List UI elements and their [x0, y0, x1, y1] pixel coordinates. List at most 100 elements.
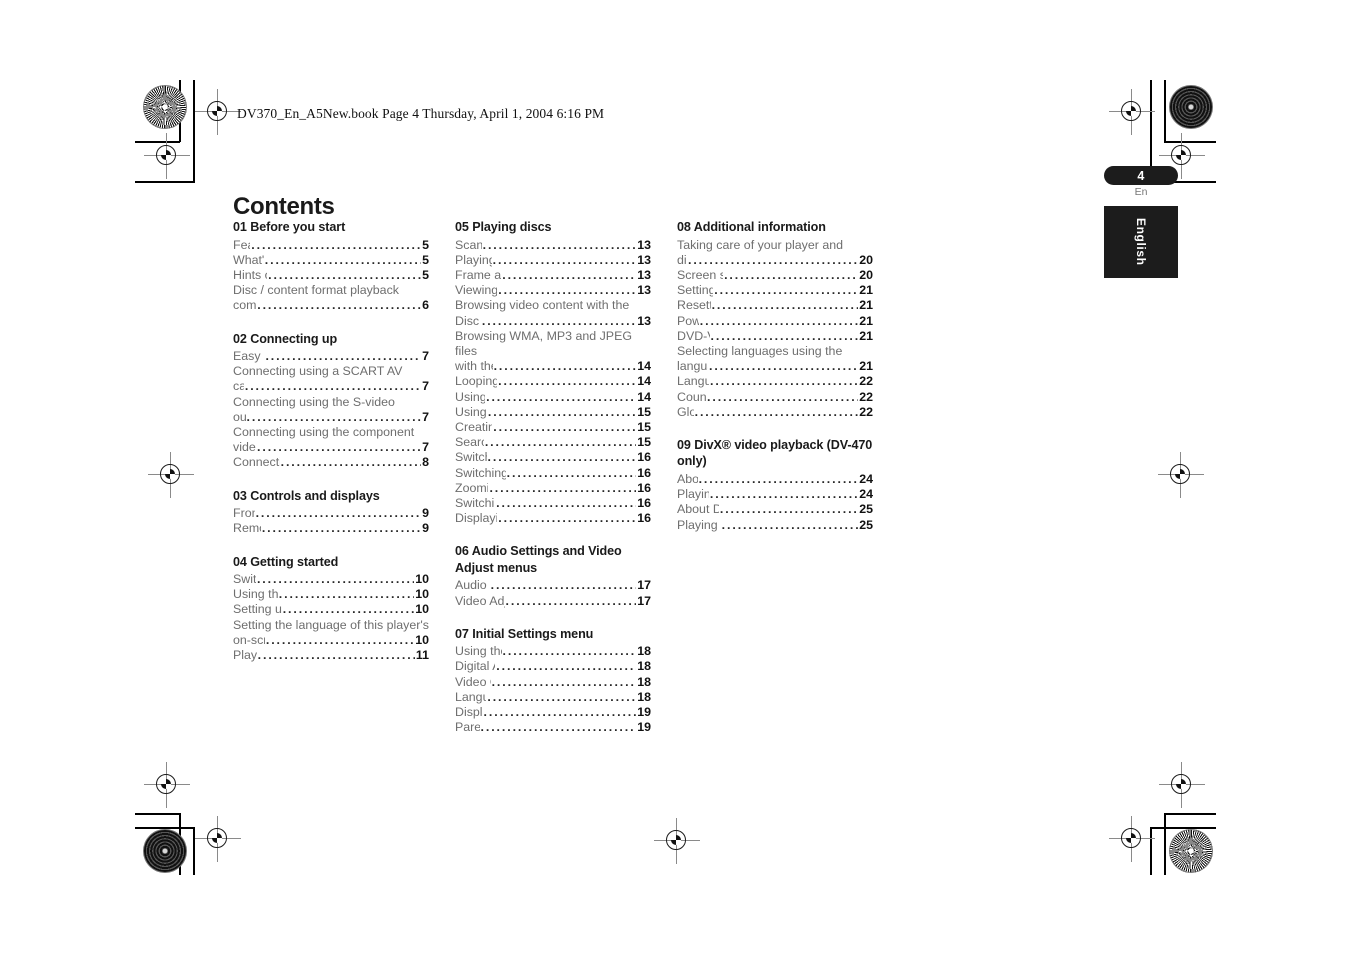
toc-entry-label: Easy connections [233, 349, 264, 364]
toc-entry[interactable]: Front panel.............................… [233, 506, 429, 521]
toc-entry[interactable]: Connecting using the component..........… [233, 425, 429, 440]
toc-entry[interactable]: Switching subtitles.....................… [455, 450, 651, 465]
toc-entry[interactable]: Language settings.......................… [455, 690, 651, 705]
registration-cross-top-left-lower-icon [144, 133, 190, 179]
toc-entry[interactable]: Disc Navigator..........................… [455, 314, 651, 329]
toc-entry-leader: ........................................… [264, 252, 421, 267]
toc-chapter-title: 02 Connecting up [233, 331, 338, 346]
toc-entry-page-number: 21 [859, 298, 873, 313]
toc-entry-label: Connecting using the component [233, 425, 415, 440]
toc-entry[interactable]: Power reset.............................… [677, 314, 873, 329]
toc-entry[interactable]: Playing in slow motion..................… [455, 253, 651, 268]
crop-mark-bottom-right-v [1164, 813, 1166, 875]
toc-entry[interactable]: About DivX® VOD content.................… [677, 502, 873, 517]
toc-entry[interactable]: What's in the box.......................… [233, 253, 429, 268]
toc-entry[interactable]: Features................................… [233, 238, 429, 253]
toc-entry-leader: ........................................… [699, 313, 858, 328]
toc-entry[interactable]: Switching on............................… [233, 572, 429, 587]
toc-entry[interactable]: discs...................................… [677, 253, 873, 268]
toc-entry-page-number: 16 [637, 511, 651, 526]
toc-entry[interactable]: Using random play.......................… [455, 405, 651, 420]
toc-entry[interactable]: Playing discs...........................… [233, 648, 429, 663]
registration-cross-bottom-right-icon [1109, 816, 1155, 862]
toc-entry[interactable]: Selecting languages using the...........… [677, 344, 873, 359]
toc-entry[interactable]: Using the on-screen displays............… [233, 587, 429, 602]
toc-entry[interactable]: Using repeat play.......................… [455, 390, 651, 405]
toc-entry-leader: ........................................… [492, 252, 637, 267]
toc-entry[interactable]: Hints on installation...................… [233, 268, 429, 283]
toc-entry[interactable]: language code list......................… [677, 359, 873, 374]
toc-entry[interactable]: Connecting using the S-video............… [233, 395, 429, 410]
toc-entry[interactable]: Easy connections........................… [233, 349, 429, 364]
toc-entry[interactable]: Searching a disc........................… [455, 435, 651, 450]
toc-entry[interactable]: Setting the TV system...................… [677, 283, 873, 298]
toc-entry[interactable]: on-screen displays......................… [233, 633, 429, 648]
toc-entry-label: Screen sizes and disc formats [677, 267, 724, 282]
toc-entry[interactable]: Playing DivX video......................… [677, 487, 873, 502]
toc-entry[interactable]: Displaying disc information.............… [455, 511, 651, 526]
toc-entry[interactable]: Taking care of your player and..........… [677, 238, 873, 253]
toc-entry[interactable]: Frame advance/frame reverse.............… [455, 268, 651, 283]
toc-entry[interactable]: Scanning discs..........................… [455, 238, 651, 253]
toc-entry-leader: ........................................… [491, 674, 637, 689]
toc-entry[interactable]: About DivX..............................… [677, 472, 873, 487]
toc-entry-label: cable [233, 379, 244, 394]
toc-entry[interactable]: output..................................… [233, 410, 429, 425]
toc-entry[interactable]: Display settings........................… [455, 705, 651, 720]
toc-entry-page-number: 9 [422, 521, 429, 536]
toc-entry[interactable]: Viewing a JPEG slideshow................… [455, 283, 651, 298]
toc-entry[interactable]: compatibility...........................… [233, 298, 429, 313]
toc-entry[interactable]: Creating a program list.................… [455, 420, 651, 435]
toc-entry[interactable]: Playing DivX® VOD content...............… [677, 518, 873, 533]
toc-entry[interactable]: Video Output settings...................… [455, 675, 651, 690]
toc-entry[interactable]: video output............................… [233, 440, 429, 455]
toc-entry[interactable]: Connecting to an AV receiver............… [233, 455, 429, 470]
toc-chapter-title: 01 Before you start [233, 220, 346, 234]
toc-entry[interactable]: Using the Initial Settings menu.........… [455, 644, 651, 659]
toc-entry[interactable]: Country code list.......................… [677, 390, 873, 405]
toc-entry-page-number: 21 [859, 328, 873, 343]
toc-entry-label: Features [233, 237, 250, 252]
language-tab-label: English [1134, 218, 1148, 266]
toc-entry[interactable]: Video Adjust menu (DV-470 only).........… [455, 594, 651, 609]
toc-entry[interactable]: Language code list......................… [677, 374, 873, 389]
toc-entry-leader: ........................................… [265, 349, 421, 364]
toc-entry[interactable]: Digital Audio Out settings..............… [455, 659, 651, 674]
toc-entry-label: Displaying disc information [455, 511, 497, 526]
page-language-abbrev: En [1134, 186, 1148, 198]
toc-entry-leader: ........................................… [694, 404, 859, 419]
toc-entry[interactable]: Switching audio language/channel........… [455, 466, 651, 481]
toc-entry[interactable]: Audio Settings menu.....................… [455, 578, 651, 593]
toc-entry[interactable]: with the Disc Navigator.................… [455, 359, 651, 374]
toc-chapter: 06 Audio Settings and Video Adjust menus… [455, 543, 651, 608]
toc-entry-label: Resetting the player [677, 298, 711, 313]
toc-entry[interactable]: Screen sizes and disc formats...........… [677, 268, 873, 283]
toc-entry[interactable]: Browsing WMA, MP3 and JPEG files........… [455, 329, 651, 359]
toc-entry[interactable]: Glossary................................… [677, 405, 873, 420]
toc-entry-leader: ........................................… [707, 389, 858, 404]
toc-entry-label: Connecting using a SCART AV [233, 364, 403, 379]
toc-entry-leader: ........................................… [709, 487, 858, 502]
toc-entry[interactable]: Browsing video content with the.........… [455, 298, 651, 313]
toc-entry-label: Connecting to an AV receiver [233, 455, 280, 470]
toc-entry[interactable]: cable...................................… [233, 379, 429, 394]
toc-entry[interactable]: Zooming the screen......................… [455, 481, 651, 496]
toc-entry[interactable]: DVD-Video regions.......................… [677, 329, 873, 344]
toc-entry[interactable]: Resetting the player....................… [677, 298, 873, 313]
toc-entry[interactable]: Disc / content format playback..........… [233, 283, 429, 298]
toc-entry[interactable]: Parental Lock...........................… [455, 720, 651, 735]
toc-entry[interactable]: Setting the language of this player's...… [233, 618, 429, 633]
toc-entry[interactable]: Looping a section of a disc.............… [455, 374, 651, 389]
crop-mark-bottom-right-h2 [1150, 827, 1216, 829]
crop-mark-bottom-left-h [135, 813, 180, 815]
toc-entry-leader: ........................................… [483, 705, 637, 720]
toc-entry[interactable]: Connecting using a SCART AV.............… [233, 364, 429, 379]
toc-entry[interactable]: Setting up the player for your TV.......… [233, 602, 429, 617]
toc-entry[interactable]: Remote control..........................… [233, 521, 429, 536]
toc-entry-label: Playing in slow motion [455, 252, 492, 267]
toc-entry[interactable]: Switching camera angles.................… [455, 496, 651, 511]
registration-cross-bottom-center-icon [654, 818, 700, 864]
toc-entry-label: Disc / content format playback [233, 283, 399, 298]
toc-entry-leader: ........................................… [487, 404, 636, 419]
toc-entry-page-number: 18 [637, 644, 651, 659]
